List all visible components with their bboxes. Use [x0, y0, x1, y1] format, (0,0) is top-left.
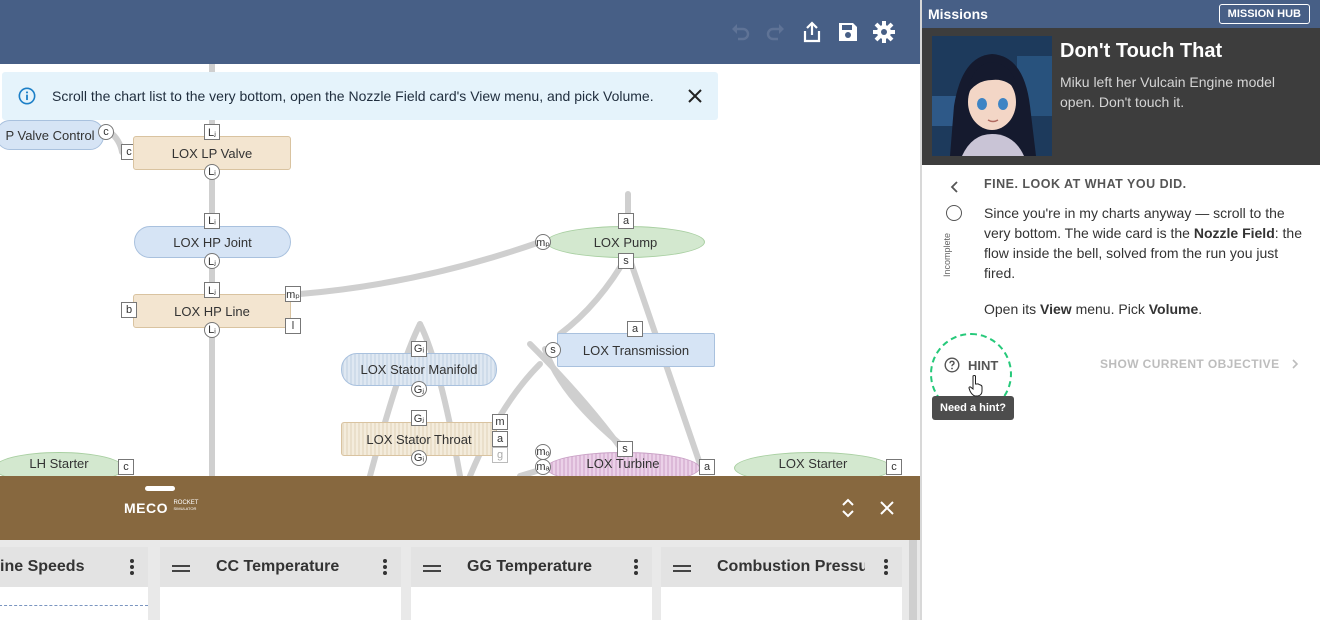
port-b[interactable]: b: [121, 302, 137, 318]
node-lh-valve-control[interactable]: P Valve Control: [0, 120, 104, 150]
engine-graph-canvas[interactable]: P Valve Control c c LOX LP Valve Lⱼ Lᵢ L…: [0, 64, 920, 476]
mission-title: Don't Touch That: [1060, 40, 1223, 62]
port-lj[interactable]: Lⱼ: [204, 124, 220, 140]
card-menu-icon[interactable]: [130, 559, 134, 575]
gear-icon[interactable]: [872, 20, 896, 44]
toast-message: Scroll the chart list to the very bottom…: [52, 88, 654, 104]
drag-icon[interactable]: [423, 565, 441, 567]
chevron-right-icon: [1292, 359, 1299, 369]
mission-description: Miku left her Vulcain Engine model open.…: [1060, 74, 1276, 110]
scrollbar[interactable]: [909, 540, 917, 620]
card-title: CC Temperature: [216, 558, 340, 575]
port-ma[interactable]: mₐ: [535, 459, 551, 475]
close-icon[interactable]: [686, 87, 704, 105]
close-icon[interactable]: [879, 500, 895, 516]
card-title: ine Speeds: [0, 558, 85, 575]
instruction-toast: Scroll the chart list to the very bottom…: [2, 72, 718, 120]
port-mo[interactable]: mₒ: [535, 444, 551, 460]
port-gi[interactable]: Gᵢ: [411, 341, 427, 357]
port-lj[interactable]: Lⱼ: [204, 253, 220, 269]
expand-collapse-icon[interactable]: [840, 498, 856, 518]
hint-tooltip: Need a hint?: [932, 396, 1015, 420]
port-a[interactable]: a: [492, 431, 508, 447]
node-lox-transmission[interactable]: LOX Transmission: [557, 333, 715, 367]
card-menu-icon[interactable]: [634, 559, 638, 575]
character-portrait: [932, 36, 1052, 156]
port-s[interactable]: s: [617, 441, 633, 457]
port-c[interactable]: c: [98, 124, 114, 140]
mission-hub-button[interactable]: MISSION HUB: [1218, 4, 1310, 24]
missions-header: Missions MISSION HUB: [922, 0, 1320, 28]
node-lox-starter[interactable]: LOX Starter: [734, 452, 892, 476]
port-mp[interactable]: mₚ: [535, 234, 551, 250]
help-icon: [944, 357, 960, 373]
port-li[interactable]: Lᵢ: [204, 213, 220, 229]
port-lj[interactable]: Lⱼ: [204, 282, 220, 298]
undo-icon[interactable]: [728, 20, 752, 44]
port-m[interactable]: m: [492, 414, 508, 430]
drag-handle[interactable]: [145, 486, 175, 491]
port-c[interactable]: c: [886, 459, 902, 475]
save-icon[interactable]: [836, 20, 860, 44]
port-li[interactable]: Lᵢ: [204, 322, 220, 338]
info-icon: [18, 87, 36, 105]
chart-card-cc-temperature[interactable]: CC Temperature: [160, 547, 401, 620]
port-a[interactable]: a: [627, 321, 643, 337]
missions-sidebar: Missions MISSION HUB Don't Touch That Mi…: [920, 0, 1320, 620]
meco-logo: MECO ROCKET SIMULATOR: [124, 500, 199, 516]
chart-card-gg-temperature[interactable]: GG Temperature: [411, 547, 652, 620]
status-label: Incomplete: [942, 232, 952, 277]
port-l[interactable]: l: [285, 318, 301, 334]
chart-card-combustion-pressure[interactable]: Combustion Pressure: [661, 547, 902, 620]
port-c[interactable]: c: [118, 459, 134, 475]
mission-card: Don't Touch That Miku left her Vulcain E…: [922, 28, 1320, 165]
port-gi[interactable]: Gᵢ: [411, 450, 427, 466]
chart-card-list[interactable]: ine Speeds CC Temperature GG Temperature…: [0, 540, 920, 620]
port-g[interactable]: g: [492, 447, 508, 463]
port-a[interactable]: a: [618, 213, 634, 229]
drag-icon[interactable]: [172, 565, 190, 567]
hand-cursor-icon: [968, 375, 983, 397]
port-a[interactable]: a: [699, 459, 715, 475]
share-icon[interactable]: [800, 20, 824, 44]
chart-card-engine-speeds[interactable]: ine Speeds: [0, 547, 148, 620]
card-menu-icon[interactable]: [383, 559, 387, 575]
objective-text: Since you're in my charts anyway — scrol…: [984, 205, 1302, 317]
port-gj[interactable]: Gⱼ: [411, 381, 427, 397]
redo-icon[interactable]: [764, 20, 788, 44]
card-menu-icon[interactable]: [884, 559, 888, 575]
port-li[interactable]: Lᵢ: [204, 164, 220, 180]
missions-title: Missions: [928, 6, 988, 22]
card-title: Combustion Pressure: [717, 558, 865, 575]
top-toolbar: [0, 0, 920, 64]
chevron-left-icon[interactable]: [948, 179, 960, 195]
port-mp[interactable]: mₚ: [285, 286, 301, 302]
drag-icon[interactable]: [673, 565, 691, 567]
port-s[interactable]: s: [545, 342, 561, 358]
port-gj[interactable]: Gⱼ: [411, 410, 427, 426]
show-current-objective-button[interactable]: SHOW CURRENT OBJECTIVE: [1100, 357, 1299, 371]
objective-title: FINE. LOOK AT WHAT YOU DID.: [984, 177, 1187, 191]
card-title: GG Temperature: [467, 558, 593, 575]
connection-lines: [107, 64, 703, 476]
port-s[interactable]: s: [618, 253, 634, 269]
status-circle-icon: [946, 205, 962, 221]
